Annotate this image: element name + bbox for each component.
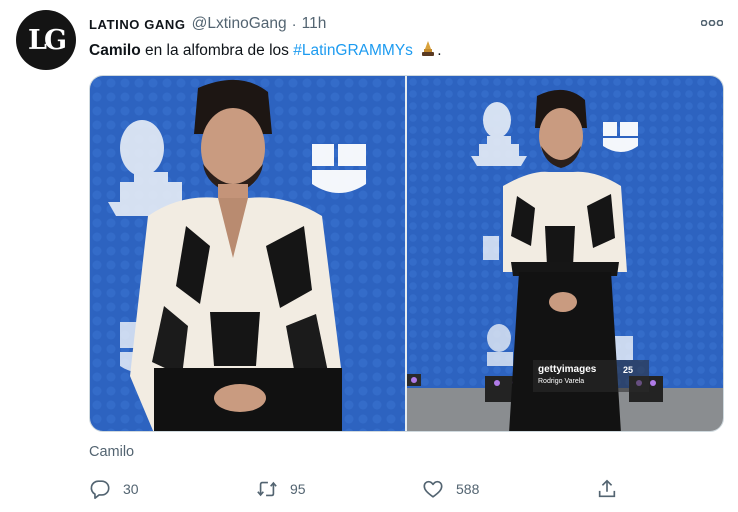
tweet-text: Camilo en la alfombra de los #LatinGRAMM…	[89, 40, 442, 61]
heart-icon	[423, 480, 443, 498]
reply-icon	[90, 480, 110, 499]
like-button[interactable]: 588	[422, 477, 479, 501]
tweet-card[interactable]: LG LATINO GANG @LxtinoGang · 11h Camilo …	[0, 0, 738, 512]
gramophone-trophy-icon	[422, 41, 435, 56]
avatar[interactable]: LG	[16, 10, 76, 70]
reply-button[interactable]: 30	[89, 477, 139, 501]
separator-dot: ·	[291, 15, 297, 33]
retweet-count: 95	[290, 481, 306, 497]
tweet-text-body: en la alfombra de los	[140, 42, 294, 59]
watermark-badge: 25	[623, 365, 634, 375]
action-bar: 30 95 588	[89, 477, 629, 501]
tweet-header: LATINO GANG @LxtinoGang · 11h	[89, 13, 326, 35]
reply-count: 30	[123, 481, 139, 497]
more-options-button[interactable]	[700, 13, 724, 33]
like-count: 588	[456, 481, 480, 497]
retweet-icon	[257, 481, 277, 497]
watermark-credit: Rodrigo Varela	[538, 378, 585, 385]
photo-left[interactable]	[90, 76, 405, 431]
user-handle[interactable]: @LxtinoGang	[192, 15, 287, 33]
timestamp[interactable]: 11h	[302, 15, 327, 33]
hashtag-link[interactable]: #LatinGRAMMYs	[293, 42, 413, 59]
tweet-text-subject: Camilo	[89, 42, 141, 59]
tweet-text-end: .	[437, 42, 442, 59]
media-grid: gettyimages Rodrigo Varela 25	[89, 75, 724, 432]
share-button[interactable]	[596, 477, 618, 501]
watermark-brand: gettyimages	[538, 364, 597, 375]
display-name[interactable]: LATINO GANG	[89, 17, 186, 32]
retweet-button[interactable]: 95	[256, 477, 306, 501]
more-dots-icon	[701, 20, 723, 26]
avatar-logo: LG	[27, 24, 67, 56]
share-icon	[598, 479, 616, 498]
media-caption: Camilo	[89, 444, 135, 460]
photo-right[interactable]: gettyimages Rodrigo Varela 25	[407, 76, 723, 431]
